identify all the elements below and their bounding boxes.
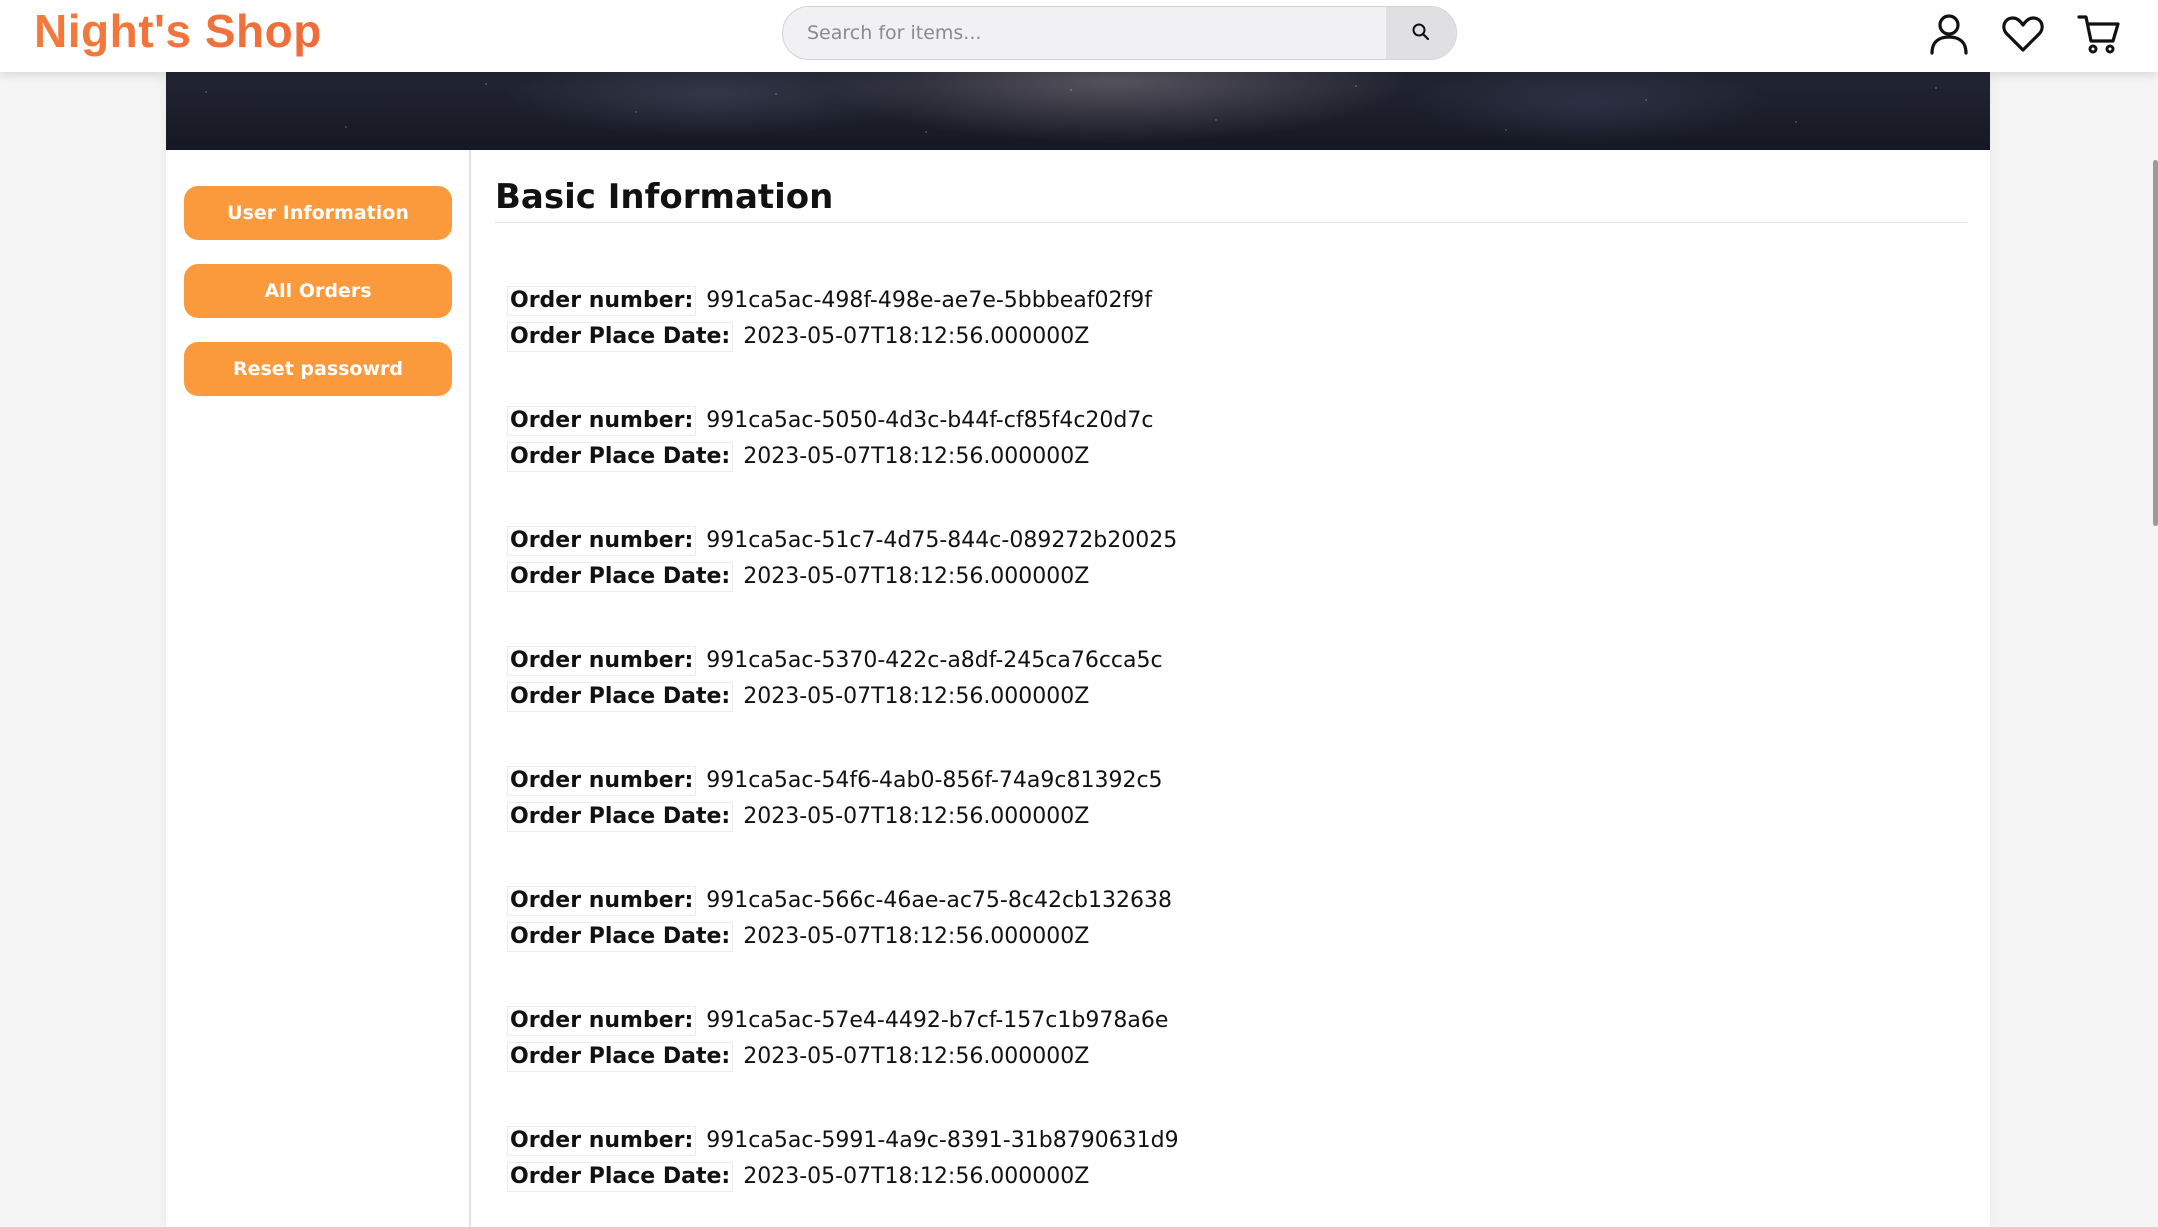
starry-banner (166, 72, 1990, 150)
order-date-label: Order Place Date: (507, 562, 734, 592)
order-number-value: 991ca5ac-51c7-4d75-844c-089272b20025 (706, 528, 1178, 553)
order-date-value: 2023-05-07T18:12:56.000000Z (743, 1164, 1090, 1189)
order-item: Order number: 991ca5ac-5370-422c-a8df-245… (507, 646, 1407, 718)
order-number-label: Order number: (507, 766, 697, 796)
order-date-value: 2023-05-07T18:12:56.000000Z (743, 804, 1090, 829)
order-date-value: 2023-05-07T18:12:56.000000Z (743, 684, 1090, 709)
order-number-label: Order number: (507, 406, 697, 436)
order-date-label: Order Place Date: (507, 802, 734, 832)
heart-icon[interactable] (1999, 10, 2047, 58)
order-number-label: Order number: (507, 1006, 697, 1036)
search-bar (782, 6, 1457, 60)
cart-icon[interactable] (2075, 10, 2123, 58)
order-date-value: 2023-05-07T18:12:56.000000Z (743, 444, 1090, 469)
order-number-value: 991ca5ac-57e4-4492-b7cf-157c1b978a6e (706, 1008, 1169, 1033)
order-number-label: Order number: (507, 286, 697, 316)
page-title: Basic Information (495, 178, 1967, 223)
order-date-label: Order Place Date: (507, 682, 734, 712)
search-button[interactable] (1386, 7, 1456, 59)
order-date-value: 2023-05-07T18:12:56.000000Z (743, 324, 1090, 349)
order-number-value: 991ca5ac-5370-422c-a8df-245ca76cca5c (706, 648, 1163, 673)
order-date-label: Order Place Date: (507, 1042, 734, 1072)
page-scrollbar[interactable] (2153, 160, 2158, 526)
order-item: Order number: 991ca5ac-5050-4d3c-b44f-cf8… (507, 406, 1407, 478)
order-number-value: 991ca5ac-498f-498e-ae7e-5bbbeaf02f9f (706, 288, 1152, 313)
order-number-value: 991ca5ac-54f6-4ab0-856f-74a9c81392c5 (706, 768, 1163, 793)
order-date-label: Order Place Date: (507, 922, 734, 952)
order-item: Order number: 991ca5ac-57e4-4492-b7cf-157… (507, 1006, 1407, 1078)
order-number-label: Order number: (507, 886, 697, 916)
search-icon (1411, 22, 1431, 45)
order-number-label: Order number: (507, 526, 697, 556)
profile-card: User Information All Orders Reset passow… (166, 72, 1990, 1227)
order-number-value: 991ca5ac-5050-4d3c-b44f-cf85f4c20d7c (706, 408, 1154, 433)
order-number-value: 991ca5ac-566c-46ae-ac75-8c42cb132638 (706, 888, 1172, 913)
sidebar: User Information All Orders Reset passow… (166, 150, 471, 1227)
order-item: Order number: 991ca5ac-51c7-4d75-844c-089… (507, 526, 1407, 598)
search-input[interactable] (783, 7, 1387, 59)
order-date-label: Order Place Date: (507, 442, 734, 472)
order-item: Order number: 991ca5ac-566c-46ae-ac75-8c4… (507, 886, 1407, 958)
user-icon[interactable] (1925, 10, 1973, 58)
order-item: Order number: 991ca5ac-498f-498e-ae7e-5bb… (507, 286, 1407, 358)
order-date-label: Order Place Date: (507, 1162, 734, 1192)
reset-password-button[interactable]: Reset passowrd (184, 342, 452, 396)
order-item: Order number: 991ca5ac-5991-4a9c-8391-31b… (507, 1126, 1407, 1198)
order-number-value: 991ca5ac-5991-4a9c-8391-31b8790631d9 (706, 1128, 1179, 1153)
site-logo[interactable]: Night's Shop (34, 4, 322, 58)
order-date-value: 2023-05-07T18:12:56.000000Z (743, 924, 1090, 949)
all-orders-button[interactable]: All Orders (184, 264, 452, 318)
order-date-value: 2023-05-07T18:12:56.000000Z (743, 1044, 1090, 1069)
order-date-value: 2023-05-07T18:12:56.000000Z (743, 564, 1090, 589)
orders-content: Basic Information Order number: 991ca5ac-… (495, 150, 1967, 1227)
top-nav: Night's Shop (0, 0, 2158, 72)
order-item: Order number: 991ca5ac-54f6-4ab0-856f-74a… (507, 766, 1407, 838)
order-number-label: Order number: (507, 646, 697, 676)
order-number-label: Order number: (507, 1126, 697, 1156)
order-date-label: Order Place Date: (507, 322, 734, 352)
user-information-button[interactable]: User Information (184, 186, 452, 240)
